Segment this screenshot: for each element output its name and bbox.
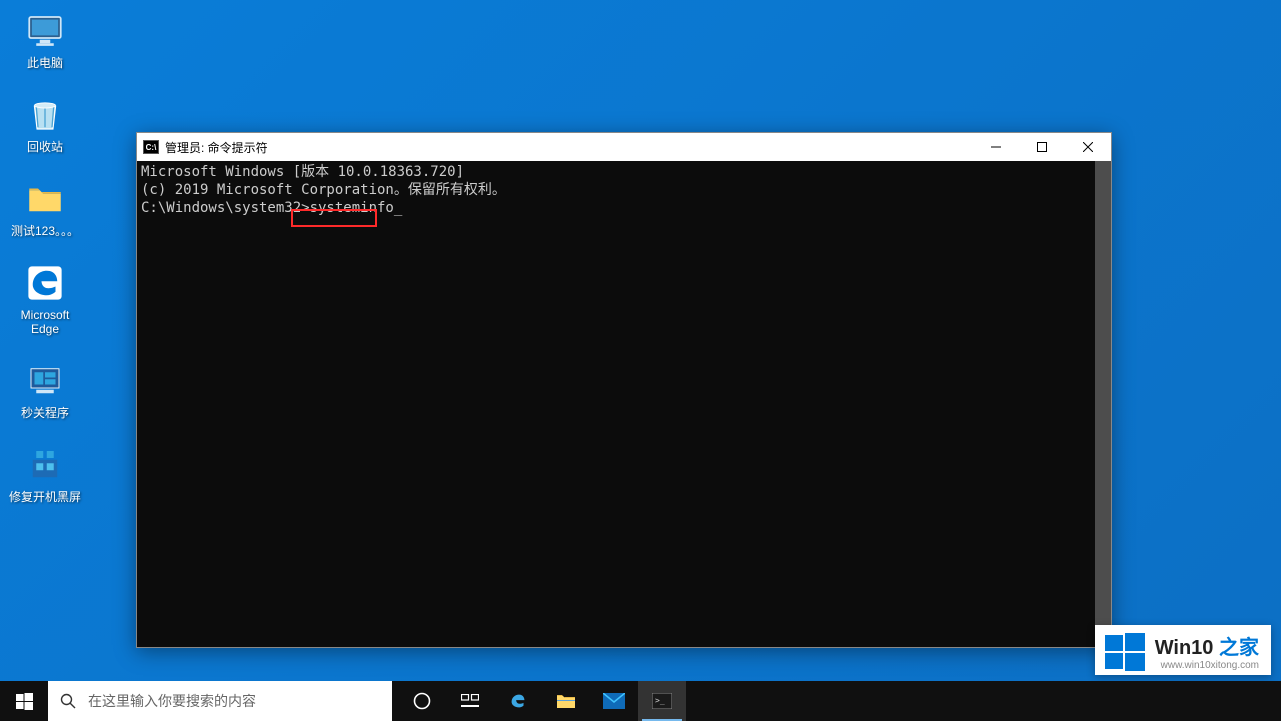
scrollbar[interactable] xyxy=(1095,161,1111,647)
taskbar-edge[interactable] xyxy=(494,681,542,721)
scrollbar-thumb[interactable] xyxy=(1095,161,1111,647)
desktop-icon-label: 秒关程序 xyxy=(21,406,69,420)
taskbar-items: >_ xyxy=(398,681,686,721)
close-button[interactable] xyxy=(1065,133,1111,161)
svg-text:>_: >_ xyxy=(655,696,665,705)
app1-icon xyxy=(24,360,66,402)
desktop-icon-edge[interactable]: Microsoft Edge xyxy=(8,262,82,336)
watermark: Win10 之家 www.win10xitong.com xyxy=(1095,625,1271,675)
cmd-body[interactable]: Microsoft Windows [版本 10.0.18363.720](c)… xyxy=(137,161,1111,647)
cmd-cursor: _ xyxy=(394,200,402,216)
desktop-icons-area: 此电脑 回收站 测试123。。。 Microsoft Edge 秒关程序 修复开… xyxy=(8,10,82,504)
cmd-icon: >_ xyxy=(652,693,672,709)
taskbar-explorer[interactable] xyxy=(542,681,590,721)
desktop-icon-app1[interactable]: 秒关程序 xyxy=(8,360,82,420)
minimize-button[interactable] xyxy=(973,133,1019,161)
desktop-icon-app2[interactable]: 修复开机黑屏 xyxy=(8,444,82,504)
cortana-icon xyxy=(413,692,431,710)
app2-icon xyxy=(24,444,66,486)
taskbar-search[interactable]: 在这里输入你要搜索的内容 xyxy=(48,681,392,721)
cmd-command: systeminfo xyxy=(310,200,394,216)
start-button[interactable] xyxy=(0,681,48,721)
search-placeholder: 在这里输入你要搜索的内容 xyxy=(88,691,256,711)
taskbar-cortana[interactable] xyxy=(398,681,446,721)
folder-icon xyxy=(24,178,66,220)
task-view-icon xyxy=(461,694,479,708)
desktop-icon-label: Microsoft Edge xyxy=(8,308,82,336)
maximize-button[interactable] xyxy=(1019,133,1065,161)
cmd-output-line: (c) 2019 Microsoft Corporation。保留所有权利。 xyxy=(141,181,1107,199)
window-controls xyxy=(973,133,1111,161)
watermark-brand: Win10 之家 xyxy=(1155,631,1259,660)
mail-icon xyxy=(603,693,625,709)
cmd-title-icon: C:\ xyxy=(143,140,159,154)
search-icon xyxy=(60,693,76,709)
window-title: 管理员: 命令提示符 xyxy=(165,139,973,156)
desktop-icon-this-pc[interactable]: 此电脑 xyxy=(8,10,82,70)
cmd-window: C:\ 管理员: 命令提示符 Microsoft Windows [版本 10.… xyxy=(136,132,1112,648)
title-bar[interactable]: C:\ 管理员: 命令提示符 xyxy=(137,133,1111,161)
folder-icon xyxy=(556,692,576,710)
edge-icon xyxy=(24,262,66,304)
taskbar: 在这里输入你要搜索的内容 >_ xyxy=(0,681,1281,721)
desktop-icon-label: 回收站 xyxy=(27,140,63,154)
this-pc-icon xyxy=(24,10,66,52)
desktop-icon-recycle-bin[interactable]: 回收站 xyxy=(8,94,82,154)
desktop-icon-label: 测试123。。。 xyxy=(11,224,79,238)
taskbar-task-view[interactable] xyxy=(446,681,494,721)
edge-icon xyxy=(507,690,529,712)
cmd-prompt: C:\Windows\system32> xyxy=(141,200,310,216)
watermark-logo-icon xyxy=(1103,631,1147,675)
taskbar-cmd[interactable]: >_ xyxy=(638,681,686,721)
taskbar-mail[interactable] xyxy=(590,681,638,721)
desktop-icon-label: 修复开机黑屏 xyxy=(9,490,81,504)
cmd-output-line: Microsoft Windows [版本 10.0.18363.720] xyxy=(141,163,1107,181)
windows-logo-icon xyxy=(16,693,33,710)
recycle-bin-icon xyxy=(24,94,66,136)
desktop-icon-folder[interactable]: 测试123。。。 xyxy=(8,178,82,238)
desktop-icon-label: 此电脑 xyxy=(27,56,63,70)
watermark-url: www.win10xitong.com xyxy=(1161,660,1259,671)
